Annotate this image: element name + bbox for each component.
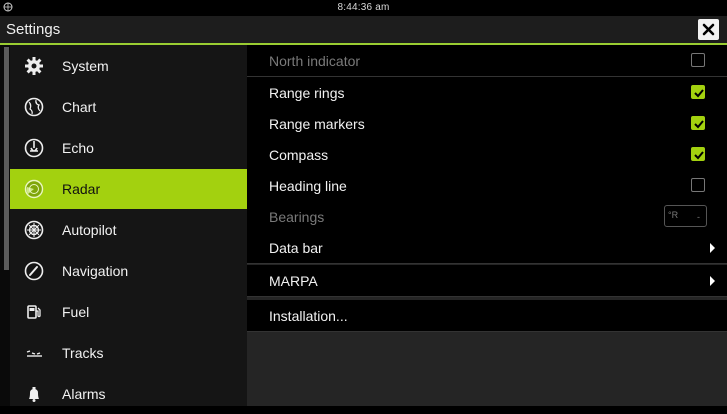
sidebar-item-label: Navigation xyxy=(62,263,129,279)
setting-row-bearings[interactable]: Bearings °R - xyxy=(247,201,727,233)
dropdown-icon: - xyxy=(697,212,700,222)
heading-line-checkbox[interactable] xyxy=(691,178,705,192)
setting-row-range-markers[interactable]: Range markers xyxy=(247,108,727,140)
bell-icon xyxy=(29,387,39,402)
setting-label: Compass xyxy=(269,147,329,163)
echo-icon xyxy=(24,138,44,158)
bearings-unit-value: °R xyxy=(668,210,679,220)
setting-row-marpa[interactable]: MARPA xyxy=(247,265,727,297)
scrollbar-thumb[interactable] xyxy=(4,47,9,270)
radar-icon xyxy=(24,179,44,199)
chevron-right-icon xyxy=(710,243,715,253)
sidebar-item-label: Fuel xyxy=(62,304,90,320)
sidebar-item-fuel[interactable]: Fuel xyxy=(10,292,247,332)
status-time: 8:44:36 am xyxy=(337,2,390,13)
sidebar-item-navigation[interactable]: Navigation xyxy=(10,251,247,291)
compass-checkbox[interactable] xyxy=(691,147,705,161)
setting-label: Bearings xyxy=(269,209,325,225)
setting-row-installation[interactable]: Installation... xyxy=(247,300,727,332)
fuel-pump-icon xyxy=(27,305,41,319)
title-bar: Settings xyxy=(0,16,727,45)
range-markers-checkbox[interactable] xyxy=(691,116,705,130)
setting-label: MARPA xyxy=(269,273,318,289)
gear-icon xyxy=(25,57,43,75)
settings-panel: North indicator Range rings Range marker… xyxy=(247,45,727,406)
sidebar-item-label: System xyxy=(62,58,109,74)
sidebar-item-label: Tracks xyxy=(62,345,104,361)
close-icon xyxy=(702,23,715,36)
sidebar-item-label: Radar xyxy=(62,181,101,197)
sidebar-item-chart[interactable]: Chart xyxy=(10,87,247,127)
sidebar-item-label: Echo xyxy=(62,140,94,156)
setting-label: Heading line xyxy=(269,178,347,194)
compass-icon xyxy=(24,261,44,281)
north-indicator-checkbox[interactable] xyxy=(691,53,705,67)
sidebar-item-autopilot[interactable]: Autopilot xyxy=(10,210,247,250)
settings-sidebar: System Chart Echo Radar Autopilot Naviga… xyxy=(0,45,247,406)
page-title: Settings xyxy=(6,21,61,38)
setting-row-north-indicator[interactable]: North indicator xyxy=(247,45,727,77)
setting-label: Data bar xyxy=(269,240,323,256)
setting-row-compass[interactable]: Compass xyxy=(247,139,727,171)
range-rings-checkbox[interactable] xyxy=(691,85,705,99)
sidebar-item-label: Autopilot xyxy=(62,222,117,238)
sidebar-item-system[interactable]: System xyxy=(10,46,247,86)
checkmark-icon xyxy=(694,89,704,98)
sidebar-item-tracks[interactable]: Tracks xyxy=(10,333,247,373)
setting-label: Range markers xyxy=(269,116,365,132)
close-button[interactable] xyxy=(698,19,719,40)
helm-icon xyxy=(24,220,44,240)
setting-label: North indicator xyxy=(269,53,361,69)
sidebar-item-radar[interactable]: Radar xyxy=(10,169,247,209)
sidebar-item-echo[interactable]: Echo xyxy=(10,128,247,168)
globe-icon xyxy=(24,97,44,117)
sidebar-item-label: Chart xyxy=(62,99,97,115)
status-bar: 8:44:36 am xyxy=(0,0,727,16)
chevron-right-icon xyxy=(710,276,715,286)
track-icon xyxy=(26,350,42,357)
bearings-unit-select[interactable]: °R - xyxy=(664,205,707,227)
sidebar-item-alarms[interactable]: Alarms xyxy=(10,374,247,414)
setting-row-data-bar[interactable]: Data bar xyxy=(247,232,727,264)
setting-label: Range rings xyxy=(269,85,345,101)
setting-row-range-rings[interactable]: Range rings xyxy=(247,77,727,109)
setting-row-heading-line[interactable]: Heading line xyxy=(247,170,727,202)
sidebar-scrollbar[interactable] xyxy=(0,45,10,406)
sidebar-item-label: Alarms xyxy=(62,386,106,402)
checkmark-icon xyxy=(694,120,704,129)
setting-label: Installation... xyxy=(269,308,348,324)
checkmark-icon xyxy=(694,151,704,160)
